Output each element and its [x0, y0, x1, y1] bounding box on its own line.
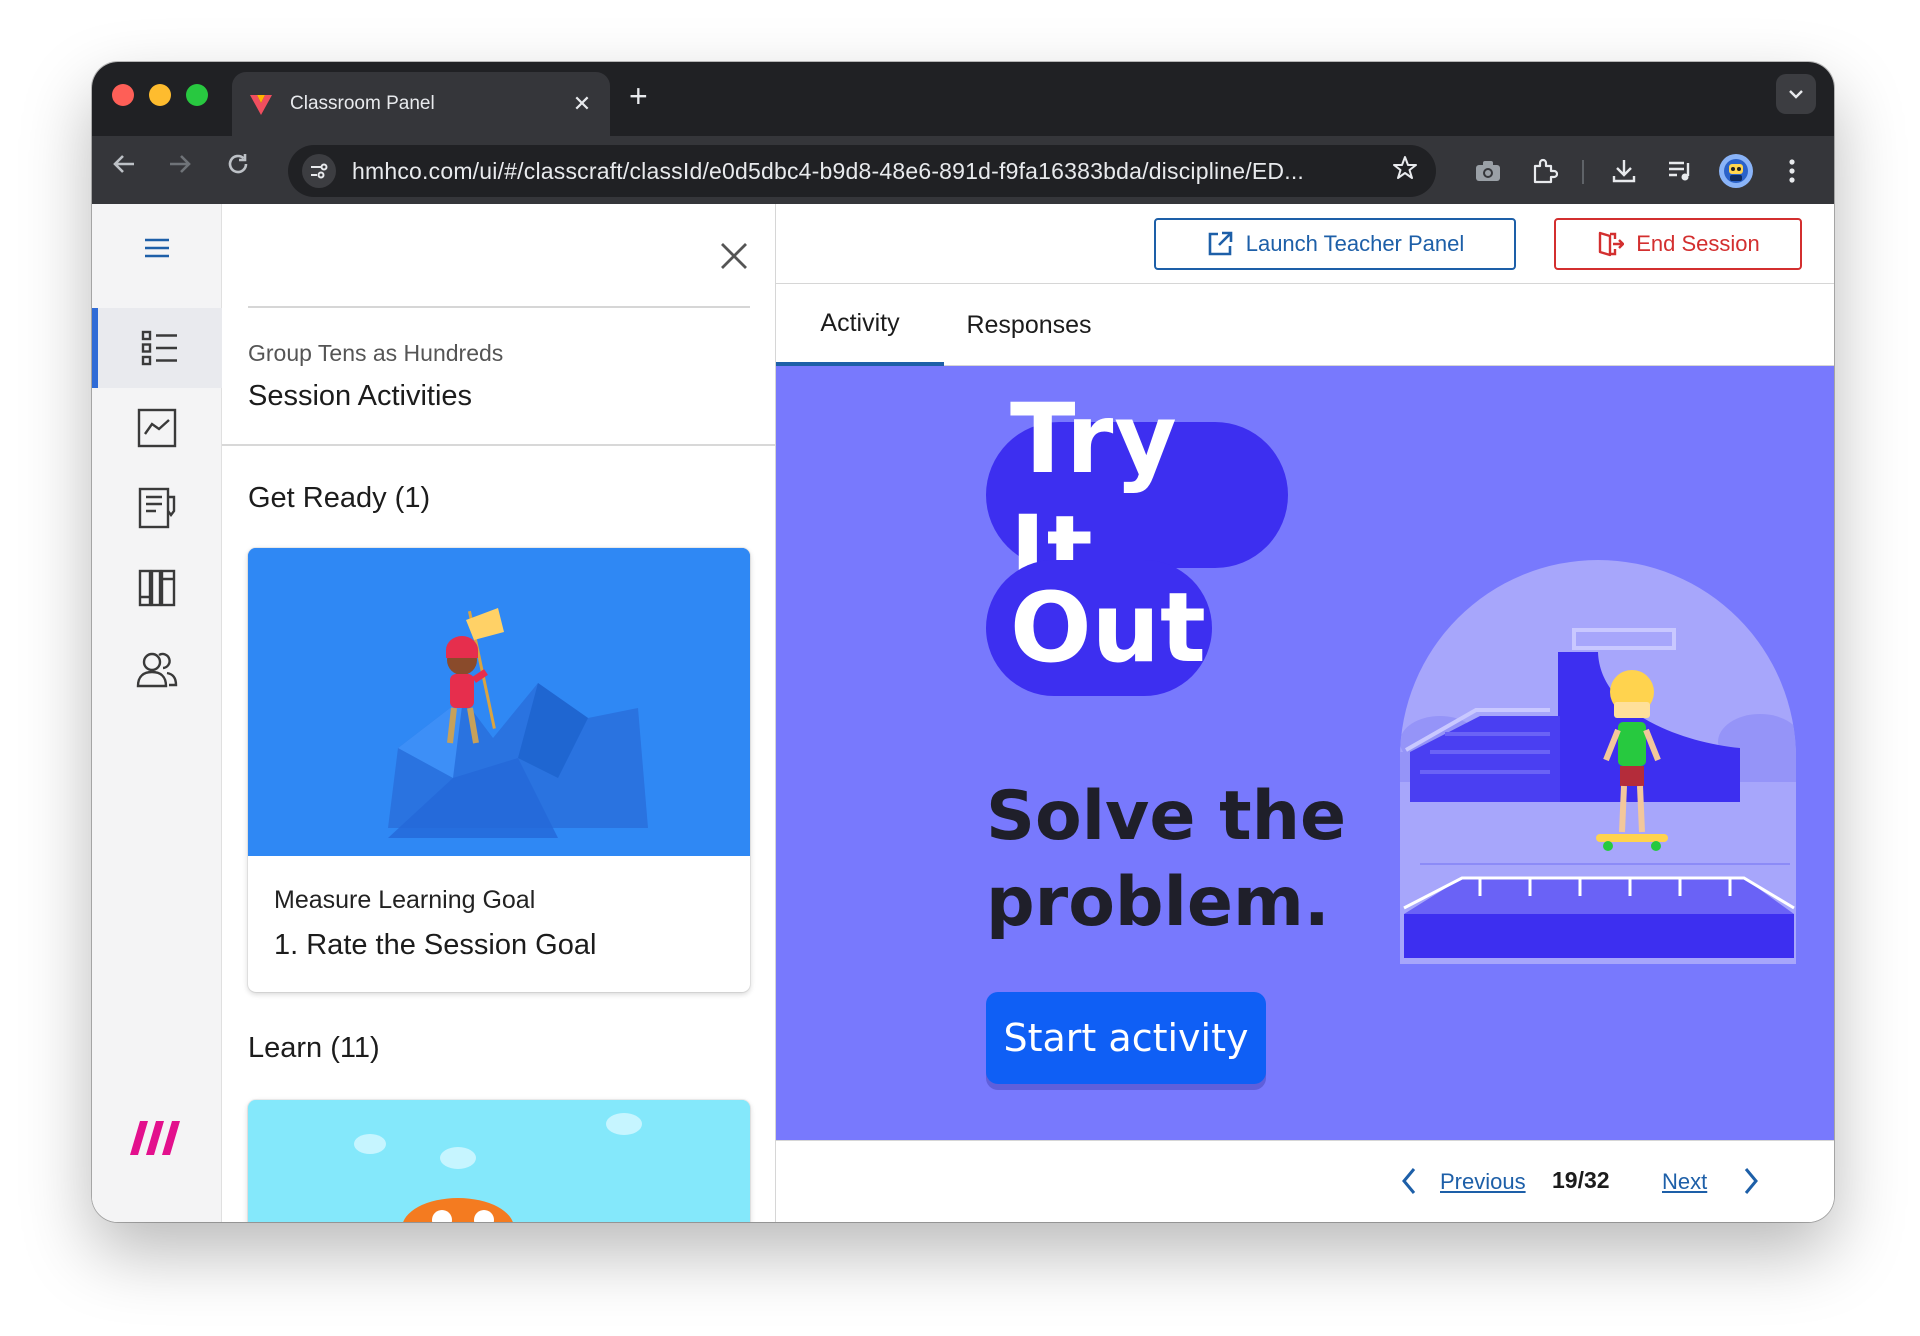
drawer-title: Session Activities: [248, 380, 473, 412]
left-rail: [92, 204, 222, 1222]
tab-search-chevron-icon[interactable]: [1776, 74, 1816, 114]
tab-bar: Classroom Panel ✕ +: [92, 62, 1834, 136]
activity-stage: Try It Out Solve the problem. Start acti…: [776, 366, 1834, 1140]
end-session-label: End Session: [1636, 231, 1760, 256]
chevron-right-icon[interactable]: [1738, 1163, 1764, 1199]
sky-illustration: [248, 1100, 750, 1222]
activity-card-name: 1. Rate the Session Goal: [274, 929, 597, 961]
activity-card-rate-goal[interactable]: Measure Learning Goal 1. Rate the Sessio…: [248, 548, 750, 992]
media-icon[interactable]: [1660, 152, 1700, 190]
out-title: Out: [986, 560, 1212, 696]
activity-card-learn-first[interactable]: [248, 1100, 750, 1222]
section-heading-learn: Learn (11): [248, 1032, 380, 1064]
page-content: Group Tens as Hundreds Session Activitie…: [92, 204, 1834, 1222]
activity-prompt: Solve the problem.: [986, 774, 1366, 946]
chevron-left-icon[interactable]: [1396, 1163, 1422, 1199]
classcraft-favicon-icon: [250, 95, 272, 115]
skatepark-illustration: [1400, 560, 1796, 964]
external-link-icon: [1208, 231, 1233, 256]
session-topbar: Launch Teacher Panel End Session: [776, 204, 1834, 284]
tab-responses[interactable]: Responses: [944, 284, 1114, 366]
new-tab-button[interactable]: +: [629, 78, 648, 115]
browser-toolbar: hmhco.com/ui/#/classcraft/classId/e0d5db…: [92, 136, 1834, 204]
close-drawer-icon[interactable]: [714, 236, 754, 276]
star-icon[interactable]: [1392, 155, 1418, 188]
notes-icon[interactable]: [92, 468, 222, 548]
activity-pager: Previous 19/32 Next: [776, 1140, 1834, 1222]
address-bar[interactable]: hmhco.com/ui/#/classcraft/classId/e0d5db…: [288, 145, 1436, 197]
try-it-title: Try It: [986, 383, 1288, 607]
activity-thumbnail: [248, 548, 750, 856]
back-icon[interactable]: [104, 150, 144, 185]
minimize-window-button[interactable]: [149, 84, 171, 106]
session-activities-drawer: Group Tens as Hundreds Session Activitie…: [222, 204, 776, 1222]
toolbar-separator: [1582, 160, 1584, 184]
forward-icon[interactable]: [160, 150, 200, 185]
tab-activity[interactable]: Activity: [776, 284, 944, 366]
library-icon[interactable]: [92, 548, 222, 628]
prompt-line-1: Solve the: [986, 777, 1347, 856]
browser-tab-classroom-panel[interactable]: Classroom Panel ✕: [232, 72, 610, 136]
menu-icon[interactable]: [92, 208, 222, 288]
url-text[interactable]: hmhco.com/ui/#/classcraft/classId/e0d5db…: [352, 158, 1392, 185]
reload-icon[interactable]: [218, 150, 258, 185]
launch-teacher-panel-button[interactable]: Launch Teacher Panel: [1154, 218, 1516, 270]
launch-teacher-panel-label: Launch Teacher Panel: [1245, 231, 1465, 256]
section-heading-get-ready: Get Ready (1): [248, 482, 431, 514]
main-panel: Launch Teacher Panel End Session Activit…: [776, 204, 1834, 1222]
window-controls: [112, 84, 208, 106]
activity-card-type: Measure Learning Goal: [274, 886, 536, 914]
previous-link[interactable]: Previous: [1440, 1169, 1526, 1195]
hmh-logo: [130, 1119, 182, 1162]
activities-list-icon[interactable]: [92, 308, 222, 388]
tab-title: Classroom Panel: [290, 93, 435, 114]
menu-dots-icon[interactable]: [1772, 152, 1812, 190]
activity-tabs: Activity Responses: [776, 284, 1834, 366]
chart-icon[interactable]: [92, 388, 222, 468]
prompt-line-2: problem.: [986, 863, 1330, 942]
drawer-header-separator: [222, 444, 775, 446]
start-activity-button[interactable]: Start activity: [986, 992, 1266, 1084]
maximize-window-button[interactable]: [186, 84, 208, 106]
download-icon[interactable]: [1604, 152, 1644, 190]
camera-icon[interactable]: [1468, 152, 1508, 190]
mountain-flag-illustration: [248, 548, 750, 856]
close-window-button[interactable]: [112, 84, 134, 106]
students-icon[interactable]: [92, 628, 222, 708]
drawer-subtitle: Group Tens as Hundreds: [248, 340, 504, 366]
exit-door-icon: [1599, 231, 1625, 257]
activity-card-meta: Measure Learning Goal 1. Rate the Sessio…: [248, 856, 750, 992]
next-link[interactable]: Next: [1662, 1169, 1707, 1195]
end-session-button[interactable]: End Session: [1554, 218, 1802, 270]
tab-close-icon[interactable]: ✕: [570, 91, 594, 117]
activity-thumbnail: [248, 1100, 750, 1222]
page-counter: 19/32: [1552, 1167, 1610, 1193]
browser-window: Classroom Panel ✕ + hmhco.com/ui/#/class…: [92, 62, 1834, 1222]
profile-icon[interactable]: [1716, 152, 1756, 190]
extensions-icon[interactable]: [1524, 152, 1564, 190]
drawer-divider: [248, 306, 750, 308]
site-settings-icon[interactable]: [302, 154, 336, 188]
